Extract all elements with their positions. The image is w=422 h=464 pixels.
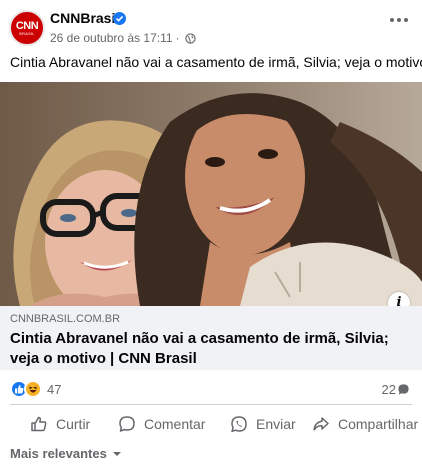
post-stats: 47 22 xyxy=(0,376,422,402)
share-icon xyxy=(313,417,329,431)
link-title: Cintia Abravanel não vai a casamento de … xyxy=(10,330,389,367)
link-preview[interactable]: CNNBRASIL.COM.BR Cintia Abravanel não va… xyxy=(0,306,422,370)
more-options-icon[interactable] xyxy=(390,18,408,22)
thumbs-up-icon xyxy=(31,416,47,432)
share-button[interactable]: Compartilhar xyxy=(312,412,418,436)
comments-sort-dropdown[interactable]: Mais relevantes xyxy=(10,446,122,461)
comment-label: Comentar xyxy=(144,416,206,432)
comment-icon xyxy=(119,416,135,432)
globe-icon xyxy=(184,32,196,44)
avatar-logo-text: CNN xyxy=(15,19,39,32)
comments-count[interactable]: 22 xyxy=(382,382,396,397)
link-domain: CNNBRASIL.COM.BR xyxy=(10,313,121,325)
like-label: Curtir xyxy=(56,416,91,432)
share-label: Compartilhar xyxy=(338,416,419,432)
post-meta: 26 de outubro às 17:11 · xyxy=(50,31,196,45)
actions-divider xyxy=(10,404,412,405)
page-avatar[interactable]: CNN BRASIL xyxy=(9,10,45,46)
verified-badge-icon xyxy=(113,12,126,25)
post-header: CNN BRASIL CNNBrasil 26 de outubro às 17… xyxy=(0,0,422,50)
comments-sort-label: Mais relevantes xyxy=(10,446,107,461)
page-name-link[interactable]: CNNBrasil xyxy=(50,10,119,26)
avatar-logo-subtext: BRASIL xyxy=(19,30,35,36)
post-actions: Curtir Comentar Enviar Compartilhar xyxy=(0,408,422,440)
reactions-count[interactable]: 47 xyxy=(47,382,61,397)
chevron-down-icon xyxy=(112,451,121,456)
post-photo[interactable]: i xyxy=(0,82,422,306)
comment-button[interactable]: Comentar xyxy=(118,412,205,436)
haha-reaction-icon[interactable] xyxy=(24,380,42,398)
send-button[interactable]: Enviar xyxy=(230,412,296,436)
post-timestamp[interactable]: 26 de outubro às 17:11 xyxy=(50,31,173,45)
send-label: Enviar xyxy=(256,416,296,432)
meta-separator: · xyxy=(175,31,180,45)
comment-bubble-icon xyxy=(398,384,409,395)
post-text: Cintia Abravanel não vai a casamento de … xyxy=(10,54,422,70)
whatsapp-icon xyxy=(231,416,247,433)
like-button[interactable]: Curtir xyxy=(30,412,90,436)
